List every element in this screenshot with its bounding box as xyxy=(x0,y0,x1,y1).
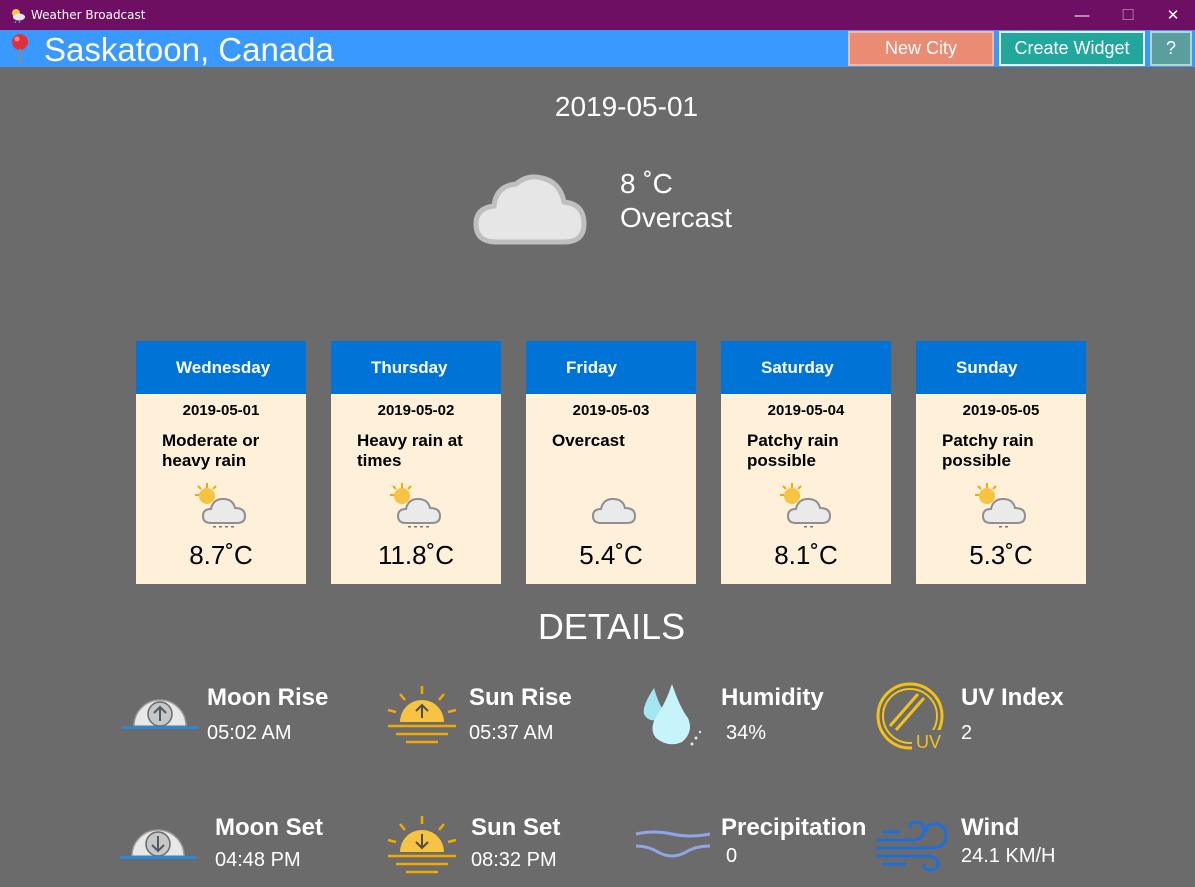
forecast-day: Saturday xyxy=(721,341,891,394)
current-temperature: 8 ˚C xyxy=(620,168,673,199)
uv-icon-text: UV xyxy=(916,732,941,752)
moon-rise-label: Moon Rise xyxy=(207,684,329,711)
forecast-card[interactable]: Saturday 2019-05-04 Patchy rain possible… xyxy=(721,341,891,584)
forecast-day: Wednesday xyxy=(136,341,306,394)
uv-index-value: 2 xyxy=(961,722,973,744)
forecast-condition: Patchy rain possible xyxy=(942,431,1034,470)
moon-rise-icon xyxy=(122,699,198,729)
forecast-temperature: 8.7˚C xyxy=(189,540,253,570)
city-name: Saskatoon, Canada xyxy=(44,31,334,68)
close-icon: ✕ xyxy=(1166,7,1180,24)
forecast-temperature: 8.1˚C xyxy=(774,540,838,570)
forecast-card[interactable]: Friday 2019-05-03 Overcast 5.4˚C xyxy=(526,341,696,584)
moon-set-value: 04:48 PM xyxy=(215,849,301,871)
current-condition: Overcast xyxy=(620,202,733,233)
sun-cloud-drizzle-icon xyxy=(975,483,1027,528)
humidity-drops-icon xyxy=(643,684,702,746)
precipitation-waves-icon xyxy=(635,830,711,858)
new-city-button[interactable]: New City xyxy=(848,31,994,66)
forecast-condition: Patchy rain possible xyxy=(747,431,839,470)
forecast-date: 2019-05-05 xyxy=(962,402,1040,419)
forecast-temperature: 5.4˚C xyxy=(579,540,643,570)
forecast-card[interactable]: Wednesday 2019-05-01 Moderate or heavy r… xyxy=(136,341,306,584)
humidity-value: 34% xyxy=(726,722,767,744)
moon-rise-value: 05:02 AM xyxy=(207,722,292,744)
forecast-condition: Moderate or heavy rain xyxy=(162,431,260,470)
precipitation-label: Precipitation xyxy=(721,814,867,841)
forecast-date: 2019-05-04 xyxy=(767,402,845,419)
window-titlebar: Weather Broadcast — ☐ ✕ xyxy=(0,0,1195,30)
sun-cloud-drizzle-icon xyxy=(780,483,832,528)
current-date: 2019-05-01 xyxy=(554,91,699,122)
wind-icon xyxy=(876,820,948,872)
forecast-date: 2019-05-02 xyxy=(377,402,455,419)
forecast-temperature: 11.8˚C xyxy=(377,540,455,570)
minimize-icon: — xyxy=(1074,6,1090,24)
forecast-condition: Heavy rain at times xyxy=(357,431,463,470)
forecast-card[interactable]: Sunday 2019-05-05 Patchy rain possible 5… xyxy=(916,341,1086,584)
close-button[interactable]: ✕ xyxy=(1150,0,1195,30)
sun-cloud-rain-icon xyxy=(195,483,247,528)
forecast-day: Friday xyxy=(526,341,696,394)
sun-set-value: 08:32 PM xyxy=(471,849,557,871)
window-title: Weather Broadcast xyxy=(31,8,146,22)
uv-index-label: UV Index xyxy=(961,684,1064,711)
forecast-temperature: 5.3˚C xyxy=(969,540,1033,570)
cloud-icon xyxy=(473,174,587,245)
forecast-condition: Overcast xyxy=(552,431,625,450)
location-pin-icon xyxy=(12,34,28,64)
precipitation-value: 0 xyxy=(726,845,738,867)
forecast-date: 2019-05-03 xyxy=(572,402,650,419)
forecast-date: 2019-05-01 xyxy=(182,402,260,419)
sun-cloud-rain-icon xyxy=(390,483,442,528)
sun-rise-label: Sun Rise xyxy=(469,684,572,711)
create-widget-button[interactable]: Create Widget xyxy=(999,31,1145,66)
help-button[interactable]: ? xyxy=(1150,31,1192,66)
sun-set-label: Sun Set xyxy=(471,814,561,841)
uv-index-icon: UV xyxy=(876,682,950,752)
app-icon xyxy=(12,9,25,23)
maximize-icon: ☐ xyxy=(1121,7,1135,24)
sunset-icon xyxy=(387,816,457,874)
maximize-button[interactable]: ☐ xyxy=(1105,0,1151,30)
wind-label: Wind xyxy=(961,814,1020,841)
cloud-icon xyxy=(591,497,637,524)
sun-rise-value: 05:37 AM xyxy=(469,722,554,744)
humidity-label: Humidity xyxy=(721,684,824,711)
wind-value: 24.1 KM/H xyxy=(961,845,1056,867)
details-title: DETAILS xyxy=(537,606,686,647)
sunrise-icon xyxy=(387,686,457,744)
forecast-card[interactable]: Thursday 2019-05-02 Heavy rain at times … xyxy=(331,341,501,584)
moon-set-icon xyxy=(120,829,196,859)
forecast-day: Thursday xyxy=(331,341,501,394)
forecast-day: Sunday xyxy=(916,341,1086,394)
minimize-button[interactable]: — xyxy=(1059,0,1105,30)
moon-set-label: Moon Set xyxy=(215,814,323,841)
